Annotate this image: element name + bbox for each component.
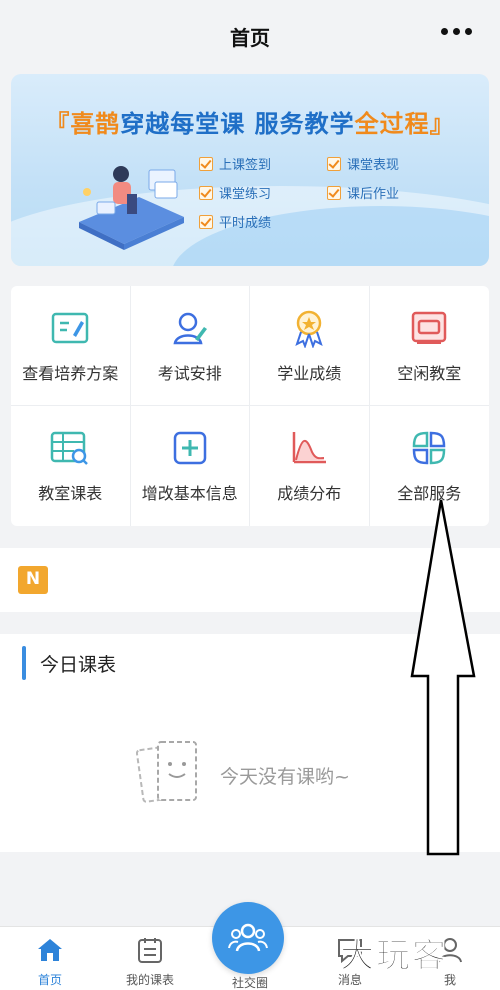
section-accent-bar — [22, 646, 26, 680]
edit-info-icon — [170, 428, 210, 468]
feature-item: 平时成绩 — [199, 212, 327, 231]
checkbox-icon — [327, 156, 341, 171]
service-label: 考试安排 — [157, 363, 222, 383]
checkbox-icon — [327, 185, 341, 200]
feature-item: 上课签到 — [199, 154, 327, 173]
service-label: 查看培养方案 — [22, 363, 119, 383]
service-label: 教室课表 — [38, 484, 103, 503]
exam-schedule-icon — [170, 308, 210, 348]
service-empty-classroom[interactable]: 空闲教室 — [369, 286, 489, 406]
promo-banner[interactable]: 『喜鹊穿越每堂课 服务教学全过程』 上课签到 课堂表现 课堂练习 课后作业 平时… — [11, 74, 489, 266]
group-icon — [228, 923, 268, 952]
banner-headline: 『喜鹊穿越每堂课 服务教学全过程』 — [11, 104, 489, 139]
service-label: 成绩分布 — [277, 484, 342, 503]
empty-classroom-icon — [409, 308, 449, 348]
page-title: 首页 — [230, 25, 270, 50]
empty-schedule-icon — [136, 741, 197, 803]
empty-schedule-text: 今天没有课哟~ — [220, 766, 350, 788]
feature-label: 课堂练习 — [219, 187, 272, 202]
tab-label-social: 社交圈 — [231, 976, 268, 990]
grades-icon — [289, 308, 329, 348]
student-desk-illustration — [79, 166, 184, 250]
training-plan-icon — [50, 308, 90, 348]
annotation-arrow — [410, 499, 476, 856]
bracket-right: 』 — [429, 110, 455, 138]
tab-my-schedule[interactable]: 我的课表 — [110, 935, 190, 988]
feature-item: 课堂练习 — [199, 183, 327, 202]
feature-label: 课后作业 — [347, 187, 400, 202]
service-label: 增改基本信息 — [141, 484, 238, 503]
home-icon — [10, 935, 90, 965]
schedule-icon — [110, 935, 190, 965]
service-grid: 查看培养方案 考试安排 学业成绩 空闲教室 教室课表 增改基本信息 成绩分布 全… — [11, 286, 489, 526]
service-edit-info[interactable]: 增改基本信息 — [131, 406, 250, 526]
feature-label: 平时成绩 — [219, 216, 272, 231]
banner-feature-list: 上课签到 课堂表现 课堂练习 课后作业 平时成绩 — [199, 154, 449, 231]
feature-label: 上课签到 — [219, 158, 272, 173]
checkbox-icon — [199, 185, 213, 200]
social-circle-button[interactable] — [212, 902, 284, 974]
banner-brand: 喜鹊 — [70, 110, 121, 138]
banner-headline-accent: 全过程 — [354, 110, 430, 138]
feature-item: 课堂表现 — [327, 154, 449, 173]
feature-label: 课堂表现 — [347, 158, 400, 173]
service-classroom-timetable[interactable]: 教室课表 — [11, 406, 131, 526]
service-training-plan[interactable]: 查看培养方案 — [11, 286, 131, 406]
tab-home[interactable]: 首页 — [10, 935, 90, 988]
service-label: 空闲教室 — [397, 363, 462, 383]
feature-item: 课后作业 — [327, 183, 449, 202]
today-schedule-title: 今日课表 — [40, 654, 117, 676]
tab-label: 我的课表 — [125, 973, 174, 987]
banner-headline-text: 穿越每堂课 服务教学 — [120, 110, 355, 138]
service-exam-schedule[interactable]: 考试安排 — [130, 286, 250, 406]
top-nav-bar: 首页 — [0, 0, 500, 72]
notice-icon: N — [18, 566, 48, 594]
tab-label: 首页 — [37, 973, 62, 987]
classroom-timetable-icon — [50, 428, 90, 468]
service-score-distribution[interactable]: 成绩分布 — [250, 406, 370, 526]
checkbox-icon — [199, 156, 213, 171]
all-services-icon — [409, 428, 449, 468]
service-label: 学业成绩 — [277, 363, 342, 383]
bracket-left: 『 — [45, 110, 71, 138]
watermark-logo: 大玩客 — [340, 936, 448, 977]
service-grades[interactable]: 学业成绩 — [250, 286, 370, 406]
score-distribution-icon — [289, 428, 329, 468]
checkbox-icon — [199, 214, 213, 229]
more-options-icon[interactable] — [441, 28, 472, 35]
